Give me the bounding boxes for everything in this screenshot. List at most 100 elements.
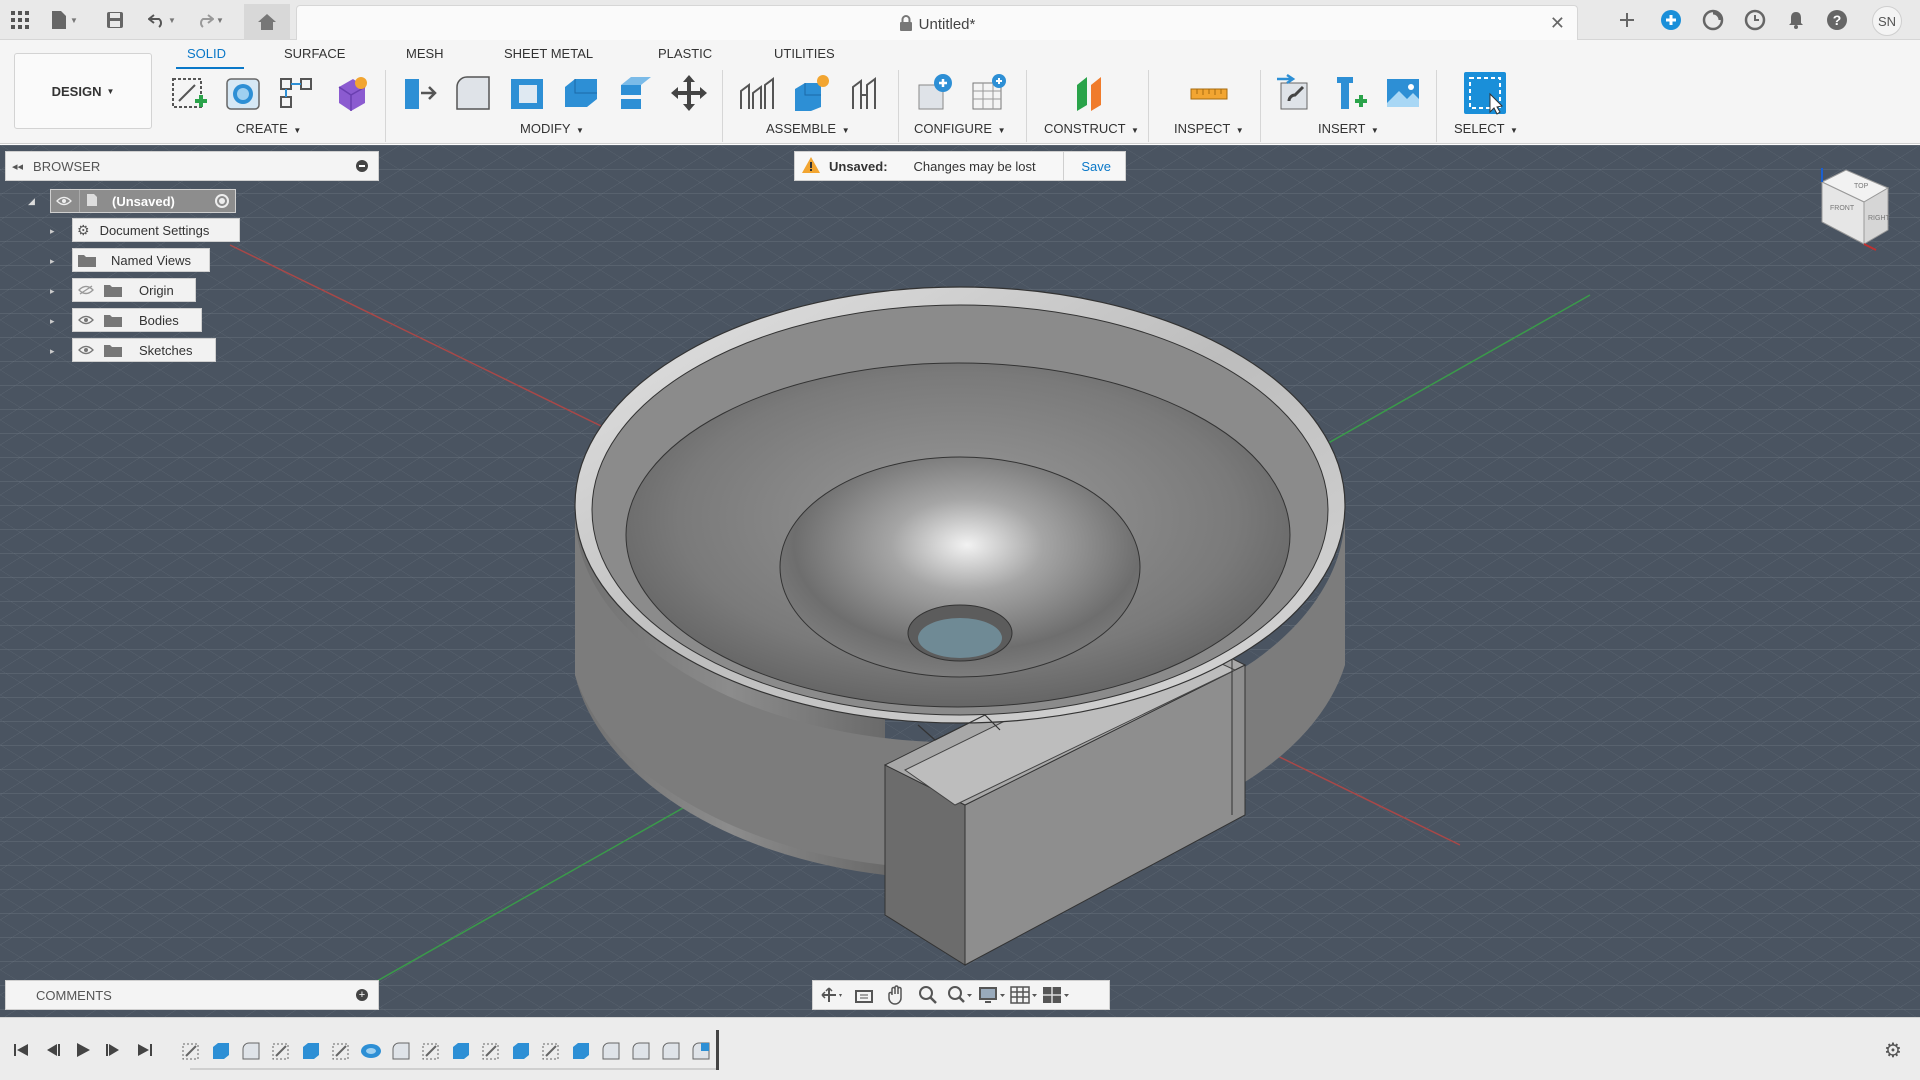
timeline-fillet-icon[interactable] [630, 1040, 652, 1062]
timeline-shell-icon[interactable] [690, 1040, 712, 1062]
group-configure[interactable]: CONFIGURE ▼ [914, 121, 1006, 136]
tab-utilities[interactable]: UTILITIES [774, 46, 835, 61]
go-to-end-icon[interactable] [134, 1039, 156, 1061]
home-icon[interactable] [244, 4, 290, 40]
step-forward-icon[interactable] [102, 1039, 124, 1061]
banner-save-button[interactable]: Save [1081, 159, 1111, 174]
shell-icon[interactable] [504, 70, 550, 116]
measure-icon[interactable] [1186, 70, 1232, 116]
configuration-table-icon[interactable] [966, 70, 1012, 116]
step-back-icon[interactable] [42, 1039, 64, 1061]
redo-icon[interactable]: ▼ [196, 8, 224, 32]
visibility-eye-icon[interactable] [55, 195, 73, 207]
timeline-revolve-icon[interactable] [360, 1040, 382, 1062]
visibility-eye-icon[interactable] [77, 344, 95, 356]
tree-item-origin[interactable]: Origin [72, 278, 196, 302]
group-construct[interactable]: CONSTRUCT ▼ [1044, 121, 1139, 136]
timeline-fillet-icon[interactable] [240, 1040, 262, 1062]
press-pull-icon[interactable] [396, 70, 442, 116]
timeline-extrude-icon[interactable] [570, 1040, 592, 1062]
fillet-icon[interactable] [450, 70, 496, 116]
group-assemble[interactable]: ASSEMBLE ▼ [766, 121, 850, 136]
timeline-fillet-icon[interactable] [390, 1040, 412, 1062]
new-component-icon[interactable] [788, 70, 834, 116]
timeline-extrude-icon[interactable] [510, 1040, 532, 1062]
configure-design-icon[interactable] [912, 70, 958, 116]
add-comment-icon[interactable]: + [356, 989, 368, 1001]
extensions-icon[interactable] [1660, 8, 1682, 32]
view-cube[interactable]: TOP FRONT RIGHT [1816, 164, 1896, 254]
new-tab-icon[interactable] [1618, 8, 1636, 32]
group-create[interactable]: CREATE ▼ [236, 121, 301, 136]
tab-solid[interactable]: SOLID [187, 46, 226, 61]
revolve-icon[interactable] [274, 70, 320, 116]
timeline-sketch-icon[interactable] [330, 1040, 352, 1062]
tab-surface[interactable]: SURFACE [284, 46, 345, 61]
insert-derive-icon[interactable] [1272, 70, 1318, 116]
3d-viewport[interactable] [0, 145, 1920, 1017]
tree-item-bodies[interactable]: Bodies [72, 308, 202, 332]
fit-zoom-icon[interactable] [945, 983, 975, 1007]
viewports-icon[interactable] [1041, 983, 1071, 1007]
tree-item-document-settings[interactable]: ⚙ Document Settings [72, 218, 240, 242]
move-copy-icon[interactable] [666, 70, 712, 116]
help-icon[interactable]: ? [1826, 8, 1848, 32]
timeline-extrude-icon[interactable] [300, 1040, 322, 1062]
expander-icon[interactable]: ▸ [50, 316, 55, 327]
document-tab[interactable]: Untitled* ✕ [296, 5, 1578, 40]
clock-icon[interactable] [1744, 8, 1766, 32]
pan-hand-icon[interactable] [881, 983, 911, 1007]
create-sketch-icon[interactable] [166, 70, 212, 116]
user-avatar[interactable]: SN [1872, 6, 1902, 36]
browser-panel-header[interactable]: ◂◂ BROWSER [5, 151, 379, 181]
timeline-extrude-icon[interactable] [450, 1040, 472, 1062]
tree-root-unsaved[interactable]: (Unsaved) [50, 189, 236, 213]
comments-panel-header[interactable]: COMMENTS + [5, 980, 379, 1010]
tab-sheet-metal[interactable]: SHEET METAL [504, 46, 593, 61]
timeline-fillet-icon[interactable] [600, 1040, 622, 1062]
expander-icon[interactable]: ▸ [50, 256, 55, 267]
play-icon[interactable] [72, 1039, 94, 1061]
go-to-start-icon[interactable] [10, 1039, 32, 1061]
group-modify[interactable]: MODIFY ▼ [520, 121, 584, 136]
timeline-extrude-icon[interactable] [210, 1040, 232, 1062]
zoom-icon[interactable] [913, 983, 943, 1007]
extrude-icon[interactable] [220, 70, 266, 116]
expander-icon[interactable]: ▸ [50, 226, 55, 237]
offset-plane-icon[interactable] [1068, 70, 1114, 116]
activate-radio-icon[interactable] [215, 194, 229, 208]
undo-icon[interactable]: ▼ [148, 8, 176, 32]
pin-panel-icon[interactable] [356, 160, 368, 172]
timeline-sketch-icon[interactable] [480, 1040, 502, 1062]
combine-icon[interactable] [558, 70, 604, 116]
file-menu-icon[interactable]: ▼ [50, 8, 78, 32]
expander-icon[interactable]: ▸ [50, 346, 55, 357]
close-tab-icon[interactable]: ✕ [1550, 13, 1565, 34]
group-inspect[interactable]: INSPECT ▼ [1174, 121, 1244, 136]
visibility-hidden-eye-icon[interactable] [77, 284, 95, 296]
form-icon[interactable] [328, 70, 374, 116]
as-built-joint-icon[interactable] [842, 70, 888, 116]
save-icon[interactable] [106, 8, 124, 32]
visibility-eye-icon[interactable] [77, 314, 95, 326]
tab-mesh[interactable]: MESH [406, 46, 444, 61]
insert-mcmaster-icon[interactable] [1326, 70, 1372, 116]
group-insert[interactable]: INSERT ▼ [1318, 121, 1379, 136]
insert-canvas-icon[interactable] [1380, 70, 1426, 116]
orbit-icon[interactable] [817, 983, 847, 1007]
collapse-panel-icon[interactable]: ◂◂ [12, 160, 23, 173]
grid-snaps-icon[interactable] [1009, 983, 1039, 1007]
workspace-switcher-button[interactable]: DESIGN ▼ [14, 53, 152, 129]
timeline-fillet-icon[interactable] [660, 1040, 682, 1062]
tab-plastic[interactable]: PLASTIC [658, 46, 712, 61]
app-grid-icon[interactable] [10, 8, 30, 32]
display-settings-icon[interactable] [977, 983, 1007, 1007]
timeline-marker[interactable] [716, 1030, 719, 1070]
select-icon[interactable] [1462, 70, 1508, 116]
tree-item-sketches[interactable]: Sketches [72, 338, 216, 362]
timeline-sketch-icon[interactable] [420, 1040, 442, 1062]
offset-face-icon[interactable] [612, 70, 658, 116]
notifications-bell-icon[interactable] [1786, 8, 1806, 32]
tree-item-named-views[interactable]: Named Views [72, 248, 210, 272]
timeline-sketch-icon[interactable] [180, 1040, 202, 1062]
